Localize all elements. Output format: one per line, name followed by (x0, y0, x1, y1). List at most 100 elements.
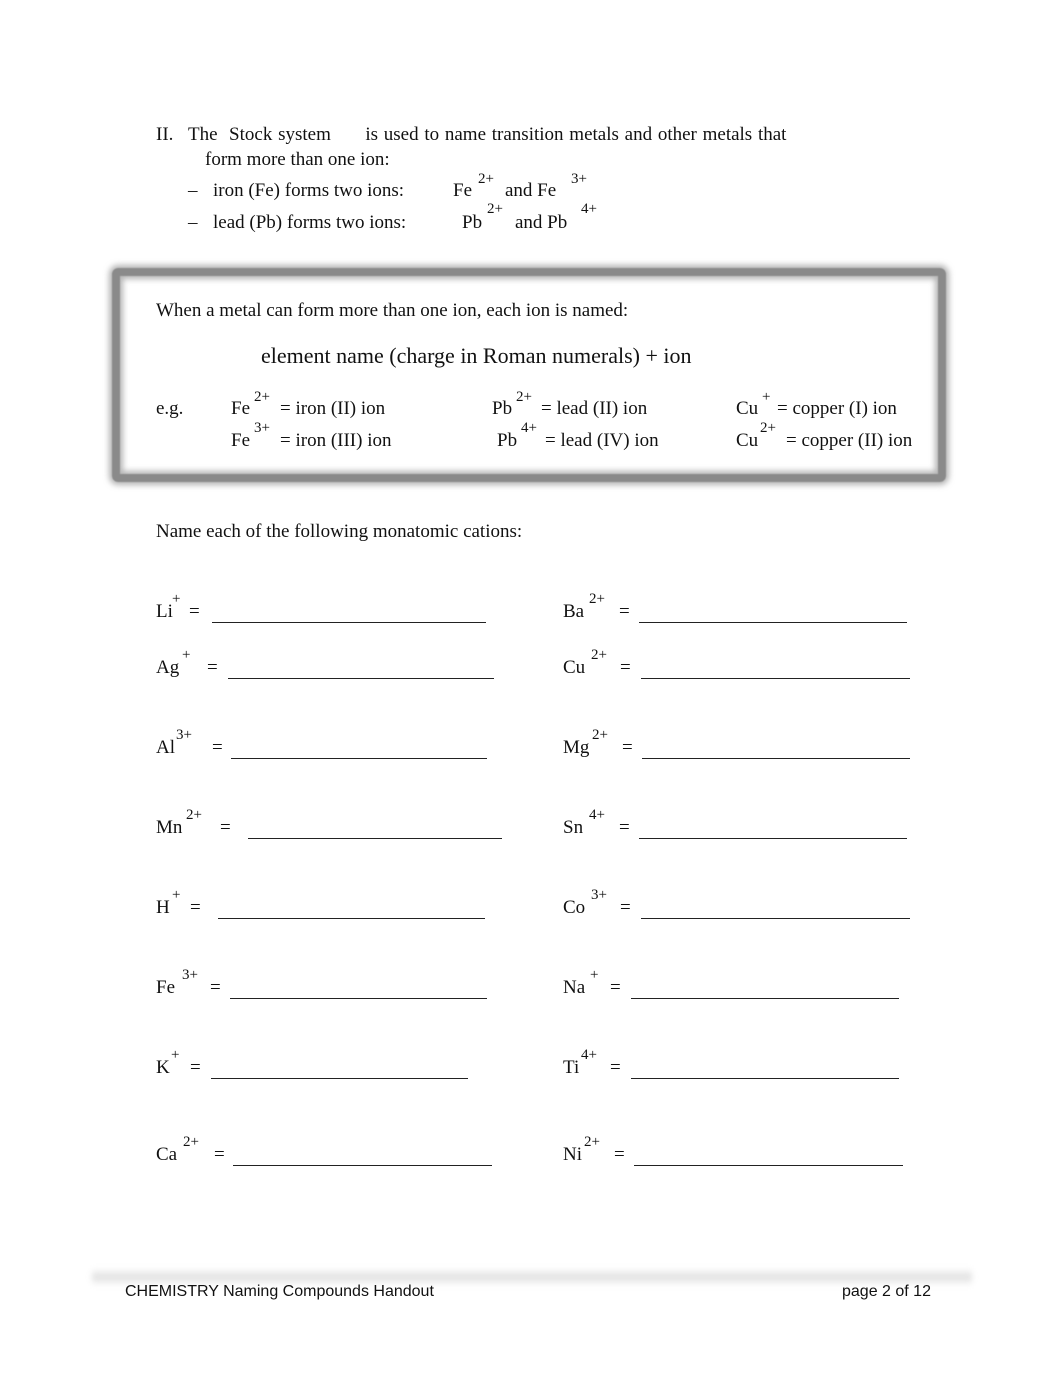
example-symbol: Pb (492, 398, 513, 419)
equals-sign: = (620, 657, 631, 678)
cation-charge: 2+ (183, 1134, 199, 1150)
answer-blank[interactable] (639, 820, 907, 839)
example-charge: 3+ (254, 420, 270, 436)
equals-sign: = (190, 1057, 201, 1078)
cation-symbol: Mn (156, 817, 183, 838)
ion-charge: 2+ (478, 171, 494, 187)
answer-blank[interactable] (634, 1147, 903, 1166)
answer-blank[interactable] (212, 604, 486, 623)
example-symbol: Fe (231, 430, 250, 451)
section-number: II. (156, 124, 174, 145)
cation-charge: 2+ (186, 807, 202, 823)
answer-blank[interactable] (642, 740, 910, 759)
answer-blank[interactable] (631, 980, 899, 999)
example-charge: 2+ (760, 420, 776, 436)
cation-symbol: Co (563, 897, 586, 918)
answer-blank[interactable] (231, 740, 487, 759)
example-name: = copper (I) ion (777, 398, 897, 419)
cation-symbol: Na (563, 977, 586, 998)
ion-joiner: and Fe (505, 180, 557, 201)
cation-symbol: Ni (563, 1144, 582, 1165)
section-intro-line-2: form more than one ion: (205, 149, 390, 170)
answer-blank[interactable] (248, 820, 502, 839)
example-name: = copper (II) ion (786, 430, 913, 451)
cation-symbol: H (156, 897, 170, 918)
example-name: = lead (II) ion (541, 398, 648, 419)
answer-blank[interactable] (228, 660, 494, 679)
equals-sign: = (189, 601, 200, 622)
ion-joiner: and Pb (515, 212, 568, 233)
cation-charge: 3+ (591, 887, 607, 903)
ion-charge: 3+ (571, 171, 587, 187)
bullet-text-iron: iron (Fe) forms two ions: (213, 180, 405, 201)
cation-charge: + (172, 591, 181, 607)
cation-charge: + (590, 967, 599, 983)
cation-symbol: K (156, 1057, 170, 1078)
cation-symbol: Ba (563, 601, 585, 622)
cation-charge: 2+ (592, 727, 608, 743)
example-charge: + (762, 389, 771, 405)
equals-sign: = (207, 657, 218, 678)
answer-blank[interactable] (631, 1060, 899, 1079)
cation-charge: 4+ (589, 807, 605, 823)
example-name: = iron (III) ion (280, 430, 392, 451)
answer-blank[interactable] (233, 1147, 492, 1166)
example-symbol: Pb (497, 430, 518, 451)
answer-blank[interactable] (230, 980, 487, 999)
ion-charge: 4+ (581, 201, 597, 217)
cation-charge: 2+ (591, 647, 607, 663)
equals-sign: = (190, 897, 201, 918)
equals-sign: = (610, 1057, 621, 1078)
exercise-instruction: Name each of the following monatomic cat… (156, 521, 523, 542)
footer-page-number: page 2 of 12 (842, 1283, 931, 1300)
bullet-dash: – (188, 180, 198, 201)
example-name: = lead (IV) ion (545, 430, 659, 451)
example-symbol: Cu (736, 398, 759, 419)
equals-sign: = (214, 1144, 225, 1165)
equals-sign: = (212, 737, 223, 758)
equals-sign: = (610, 977, 621, 998)
equals-sign: = (619, 601, 630, 622)
cation-charge: 2+ (584, 1134, 600, 1150)
cation-symbol: Al (156, 737, 175, 758)
ion-symbol: Pb (462, 212, 483, 233)
equals-sign: = (614, 1144, 625, 1165)
cation-symbol: Fe (156, 977, 175, 998)
cation-charge: + (172, 887, 181, 903)
cation-charge: 2+ (589, 591, 605, 607)
answer-blank[interactable] (218, 900, 485, 919)
ion-charge: 2+ (487, 201, 503, 217)
cation-symbol: Ag (156, 657, 180, 678)
answer-blank[interactable] (211, 1060, 468, 1079)
example-charge: 2+ (516, 389, 532, 405)
example-charge: 2+ (254, 389, 270, 405)
cation-symbol: Mg (563, 737, 590, 758)
section-intro-line-1: The Stock system is used to name transit… (188, 124, 787, 145)
bullet-text-lead: lead (Pb) forms two ions: (213, 212, 407, 233)
answer-blank[interactable] (641, 660, 910, 679)
cation-charge: + (182, 647, 191, 663)
example-charge: 4+ (521, 420, 537, 436)
cation-symbol: Li (156, 601, 173, 622)
cation-charge: 3+ (176, 727, 192, 743)
equals-sign: = (210, 977, 221, 998)
cation-symbol: Sn (563, 817, 584, 838)
cation-charge: 3+ (182, 967, 198, 983)
cation-symbol: Ca (156, 1144, 178, 1165)
cation-symbol: Cu (563, 657, 586, 678)
equals-sign: = (220, 817, 231, 838)
cation-charge: 4+ (581, 1047, 597, 1063)
example-symbol: Cu (736, 430, 759, 451)
cation-charge: + (171, 1047, 180, 1063)
example-name: = iron (II) ion (280, 398, 386, 419)
answer-blank[interactable] (639, 604, 907, 623)
equals-sign: = (620, 897, 631, 918)
ion-symbol: Fe (453, 180, 472, 201)
equals-sign: = (619, 817, 630, 838)
cation-symbol: Ti (563, 1057, 580, 1078)
naming-formula: element name (charge in Roman numerals) … (261, 343, 692, 368)
rule-intro: When a metal can form more than one ion,… (156, 300, 629, 321)
equals-sign: = (622, 737, 633, 758)
footer-title: CHEMISTRY Naming Compounds Handout (125, 1283, 434, 1300)
answer-blank[interactable] (641, 900, 910, 919)
